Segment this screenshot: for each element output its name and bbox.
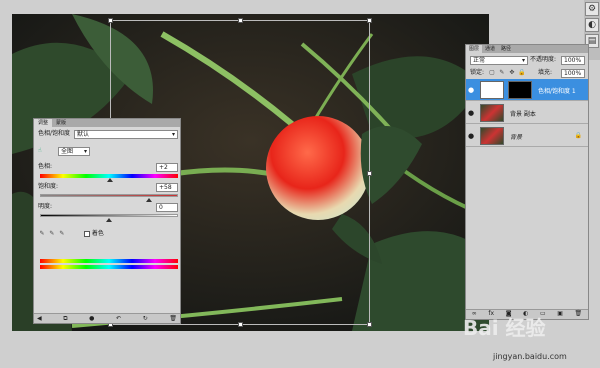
blend-mode-select[interactable]: 正常 ▾ bbox=[470, 56, 528, 65]
adjustments-panel: 调整 蒙版 色相/饱和度 默认 ▾ ☝ 全图 ▾ 色相: +2 饱和度: +58… bbox=[33, 118, 181, 324]
channel-select[interactable]: 全图 ▾ bbox=[58, 147, 90, 156]
colorize-label: 着色 bbox=[91, 230, 104, 237]
chevron-down-icon: ▾ bbox=[521, 57, 525, 64]
adjustments-tabs: 调整 蒙版 bbox=[34, 119, 180, 127]
adjust-icon[interactable]: ◐ bbox=[585, 18, 599, 32]
delete-icon[interactable]: 🗑 bbox=[169, 315, 177, 322]
lock-icon: 🔒 bbox=[574, 132, 582, 139]
layer-name: 背景 bbox=[510, 134, 523, 141]
output-color-bar bbox=[40, 265, 178, 269]
adjustment-thumbnail bbox=[480, 81, 504, 99]
tab-channels[interactable]: 通道 bbox=[482, 45, 498, 53]
hue-slider-thumb[interactable] bbox=[107, 178, 114, 182]
lightness-slider-track[interactable] bbox=[40, 214, 178, 217]
chevron-down-icon: ▾ bbox=[83, 148, 87, 155]
layer-row[interactable]: ● 色相/饱和度 1 bbox=[466, 79, 588, 101]
fill-input[interactable]: 100% bbox=[561, 69, 585, 78]
layer-name: 背景 副本 bbox=[510, 111, 536, 118]
lock-pixels-icon[interactable]: ✎ bbox=[498, 69, 506, 77]
eye-icon[interactable]: ● bbox=[468, 109, 474, 117]
lock-position-icon[interactable]: ✥ bbox=[508, 69, 516, 77]
tab-layers[interactable]: 图层 bbox=[466, 45, 483, 53]
colorize-checkbox[interactable] bbox=[84, 230, 90, 237]
channel-value: 全图 bbox=[61, 148, 74, 155]
fill-label: 填充: bbox=[538, 69, 553, 76]
lightness-input[interactable]: 0 bbox=[156, 203, 178, 212]
tab-masks[interactable]: 蒙版 bbox=[52, 119, 70, 127]
back-icon[interactable]: ◀ bbox=[37, 315, 42, 322]
eye-icon[interactable]: ● bbox=[468, 132, 474, 140]
lock-label: 锁定: bbox=[470, 69, 485, 76]
lightness-label: 明度: bbox=[38, 203, 53, 210]
gear-icon[interactable]: ⚙ bbox=[585, 2, 599, 16]
saturation-slider-thumb[interactable] bbox=[146, 198, 153, 202]
layers-panel: 图层 通道 路径 正常 ▾ 不透明度: 100% 锁定: ▢ ✎ ✥ 🔒 填充:… bbox=[465, 44, 589, 320]
tab-adjustments[interactable]: 调整 bbox=[34, 119, 53, 127]
adjustments-footer: ◀ ⧉ ● ↶ ↻ 🗑 bbox=[34, 313, 180, 323]
mask-thumbnail bbox=[508, 81, 532, 99]
tab-paths[interactable]: 路径 bbox=[498, 45, 514, 53]
opacity-label: 不透明度: bbox=[530, 56, 557, 63]
eye-icon[interactable]: ● bbox=[89, 315, 94, 322]
view-previous-icon[interactable]: ↶ bbox=[116, 315, 121, 322]
layer-name: 色相/饱和度 1 bbox=[538, 88, 576, 95]
saturation-input[interactable]: +58 bbox=[156, 183, 178, 192]
input-color-bar bbox=[40, 259, 178, 263]
saturation-label: 饱和度: bbox=[38, 183, 59, 190]
lock-transparency-icon[interactable]: ▢ bbox=[488, 69, 496, 77]
preset-value: 默认 bbox=[77, 131, 90, 138]
layer-thumbnail bbox=[480, 127, 504, 145]
hue-input[interactable]: +2 bbox=[156, 163, 178, 172]
blend-mode-value: 正常 bbox=[473, 57, 486, 64]
chevron-down-icon: ▾ bbox=[171, 131, 175, 138]
hue-label: 色相: bbox=[38, 163, 53, 170]
lightness-slider-thumb[interactable] bbox=[106, 218, 112, 222]
opacity-input[interactable]: 100% bbox=[561, 56, 585, 65]
layer-row[interactable]: ● 背景 副本 bbox=[466, 102, 588, 124]
watermark: Bai 经验 jingyan.baidu.com bbox=[463, 312, 593, 362]
preset-label: 色相/饱和度 bbox=[38, 130, 71, 137]
watermark-url: jingyan.baidu.com bbox=[493, 352, 567, 361]
eye-icon[interactable]: ● bbox=[468, 86, 474, 94]
watermark-logo: Bai 经验 bbox=[463, 316, 546, 340]
layer-row[interactable]: ● 背景 🔒 bbox=[466, 125, 588, 147]
clip-icon[interactable]: ⧉ bbox=[63, 315, 67, 322]
lock-all-icon[interactable]: 🔒 bbox=[518, 69, 526, 77]
preset-select[interactable]: 默认 ▾ bbox=[74, 130, 178, 139]
layers-tabs: 图层 通道 路径 bbox=[466, 45, 588, 53]
hand-icon[interactable]: ☝ bbox=[38, 147, 42, 155]
eyedropper-minus-icon[interactable]: ✎ bbox=[58, 230, 66, 238]
eyedropper-plus-icon[interactable]: ✎ bbox=[48, 230, 56, 238]
layer-thumbnail bbox=[480, 104, 504, 122]
saturation-slider-track[interactable] bbox=[40, 194, 178, 197]
eyedropper-icon[interactable]: ✎ bbox=[38, 230, 46, 238]
reset-icon[interactable]: ↻ bbox=[143, 315, 148, 322]
workspace: ⚙ ◐ ▤ 调整 蒙版 色相/饱和度 默认 ▾ ☝ 全图 ▾ 色相: +2 饱和… bbox=[0, 0, 600, 368]
